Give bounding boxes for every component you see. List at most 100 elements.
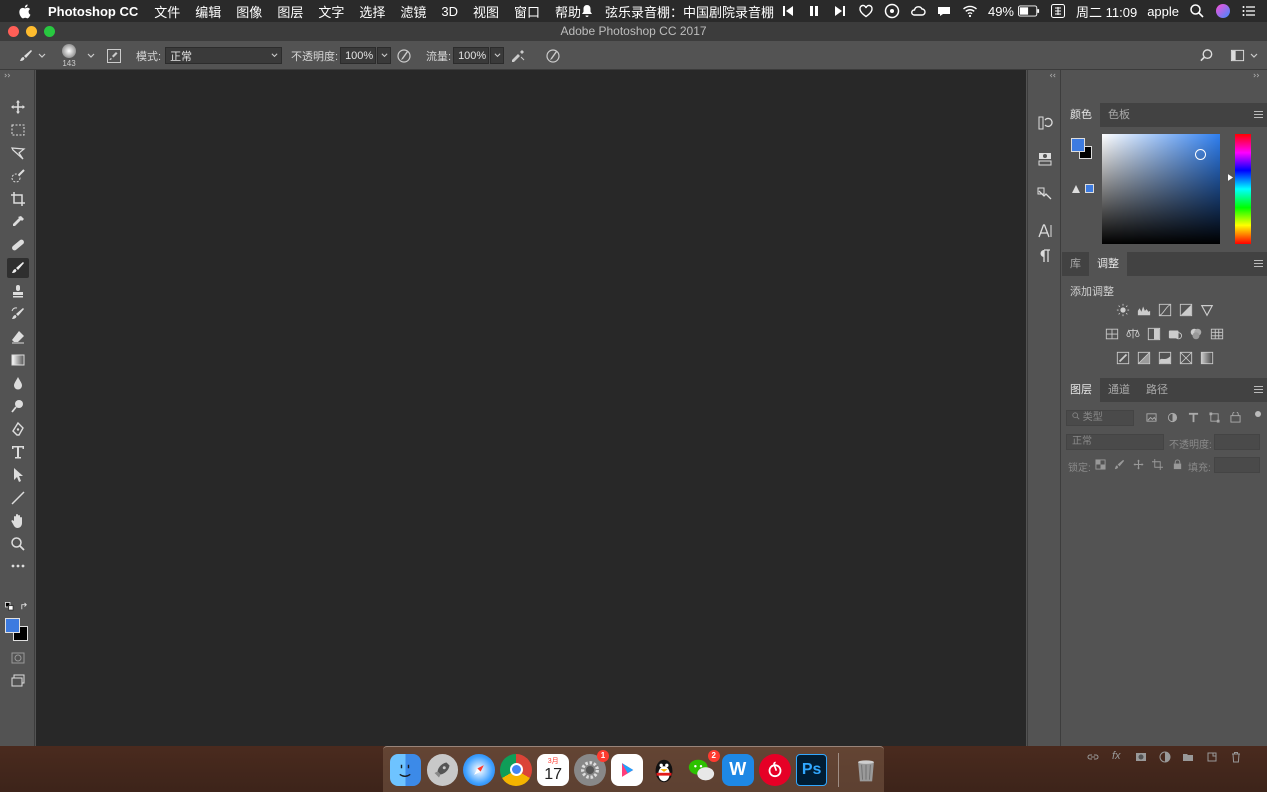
photo-filter-button[interactable] [1167,326,1183,342]
window-maximize-button[interactable] [44,26,55,37]
dock-system-preferences[interactable]: 1 [574,749,609,786]
crop-tool[interactable] [7,189,29,209]
wifi-icon[interactable] [962,3,978,19]
input-method-icon[interactable] [1050,3,1066,19]
threshold-button[interactable] [1157,350,1173,366]
gradient-map-button[interactable] [1199,350,1215,366]
dock-trash[interactable] [850,754,882,786]
app-menu-name[interactable]: Photoshop CC [48,4,138,19]
layer-style-fx-icon[interactable]: fx [1112,750,1121,762]
menu-filter[interactable]: 滤镜 [400,2,426,21]
tool-preset-picker[interactable] [18,41,46,70]
previous-track-icon[interactable] [780,3,796,19]
menu-type[interactable]: 文字 [318,2,344,21]
workspace-switcher[interactable] [1230,41,1258,70]
menu-select[interactable]: 选择 [359,2,385,21]
brightness-contrast-button[interactable] [1115,302,1131,318]
tab-swatches[interactable]: 色板 [1100,103,1138,127]
levels-button[interactable] [1136,302,1152,318]
tab-paths[interactable]: 路径 [1138,378,1176,402]
line-tool[interactable] [7,488,29,508]
dock-qq[interactable] [648,754,680,786]
quick-mask-button[interactable] [7,648,29,668]
battery-percent[interactable]: 49% [988,4,1014,19]
curves-button[interactable] [1157,302,1173,318]
gradient-tool[interactable] [7,350,29,370]
heart-icon[interactable] [858,3,874,19]
layer-opacity-input[interactable] [1214,434,1260,450]
menu-3d[interactable]: 3D [441,4,458,19]
paragraph-panel-button[interactable] [1035,246,1055,266]
screen-mode-button[interactable] [7,671,29,691]
vibrance-button[interactable] [1199,302,1215,318]
dock-youku[interactable] [611,753,643,786]
link-layers-icon[interactable] [1087,751,1099,763]
lock-artboard-icon[interactable] [1152,459,1163,470]
layer-fill-input[interactable] [1214,457,1260,473]
zoom-tool[interactable] [7,534,29,554]
dock-calendar[interactable]: 3月 17 [537,753,570,786]
menu-edit[interactable]: 编辑 [195,2,221,21]
brush-preset-picker[interactable]: 143 [62,41,76,70]
dock-finder[interactable] [389,753,422,786]
quick-selection-tool[interactable] [7,166,29,186]
new-layer-icon[interactable] [1206,751,1218,763]
move-tool[interactable] [7,97,29,117]
hue-slider[interactable] [1235,134,1251,244]
menu-file[interactable]: 文件 [154,2,180,21]
cloud-sync-icon[interactable] [910,3,926,19]
pressure-opacity-toggle[interactable] [396,41,412,70]
opacity-slider-toggle[interactable] [377,47,392,64]
eyedropper-tool[interactable] [7,212,29,232]
collapse-toolbar-icon[interactable] [4,73,12,78]
flow-slider-toggle[interactable] [490,47,505,64]
pause-icon[interactable] [806,3,822,19]
filter-pixel-icon[interactable] [1146,412,1157,423]
layer-filter-type-dropdown[interactable]: 类型 [1066,410,1134,426]
blur-tool[interactable] [7,373,29,393]
exposure-button[interactable] [1178,302,1194,318]
brush-tool[interactable] [7,258,29,278]
dock-photoshop[interactable]: Ps [795,753,828,786]
flow-input[interactable]: 100% [453,47,490,64]
dodge-tool[interactable] [7,396,29,416]
filter-shape-icon[interactable] [1209,412,1220,423]
layer-blend-mode-dropdown[interactable]: 正常 [1066,434,1164,450]
default-colors-icon[interactable] [5,602,14,611]
add-mask-icon[interactable] [1135,751,1147,763]
eraser-tool[interactable] [7,327,29,347]
tab-libraries[interactable]: 库 [1062,252,1089,276]
new-group-folder-icon[interactable] [1182,751,1194,763]
lock-position-icon[interactable] [1133,459,1144,470]
type-tool[interactable] [7,442,29,462]
dock-launchpad[interactable] [426,753,459,786]
panel-menu-icon[interactable] [1254,385,1263,394]
hue-saturation-button[interactable] [1104,326,1120,342]
netease-music-icon[interactable] [884,3,900,19]
blend-mode-dropdown[interactable]: 正常 [165,47,283,64]
color-spectrum-field[interactable] [1102,134,1220,244]
tab-adjustments[interactable]: 调整 [1089,252,1127,276]
filter-smart-object-icon[interactable] [1230,412,1241,423]
apple-logo-icon[interactable] [16,2,34,20]
airbrush-toggle[interactable] [510,41,526,70]
menu-help[interactable]: 帮助 [555,2,581,21]
panel-menu-icon[interactable] [1254,259,1263,268]
posterize-button[interactable] [1136,350,1152,366]
now-playing-text[interactable]: 弦乐录音棚：中国剧院录音棚 [605,2,774,21]
marquee-tool[interactable] [7,120,29,140]
foreground-color-swatch[interactable] [5,618,20,633]
menu-image[interactable]: 图像 [236,2,262,21]
dock-netease-music[interactable] [758,753,791,786]
date-time[interactable]: 周二 11:09 [1076,2,1137,21]
filter-toggle-switch[interactable] [1255,411,1261,417]
dock-chrome[interactable] [500,753,533,786]
battery-icon[interactable] [1018,5,1040,17]
menu-window[interactable]: 窗口 [514,2,540,21]
edit-toolbar-button[interactable] [7,556,29,576]
panel-menu-icon[interactable] [1254,110,1263,119]
collapse-panels-icon[interactable] [1048,73,1056,78]
lock-all-icon[interactable] [1172,459,1183,470]
clone-stamp-tool[interactable] [7,281,29,301]
invert-button[interactable] [1115,350,1131,366]
